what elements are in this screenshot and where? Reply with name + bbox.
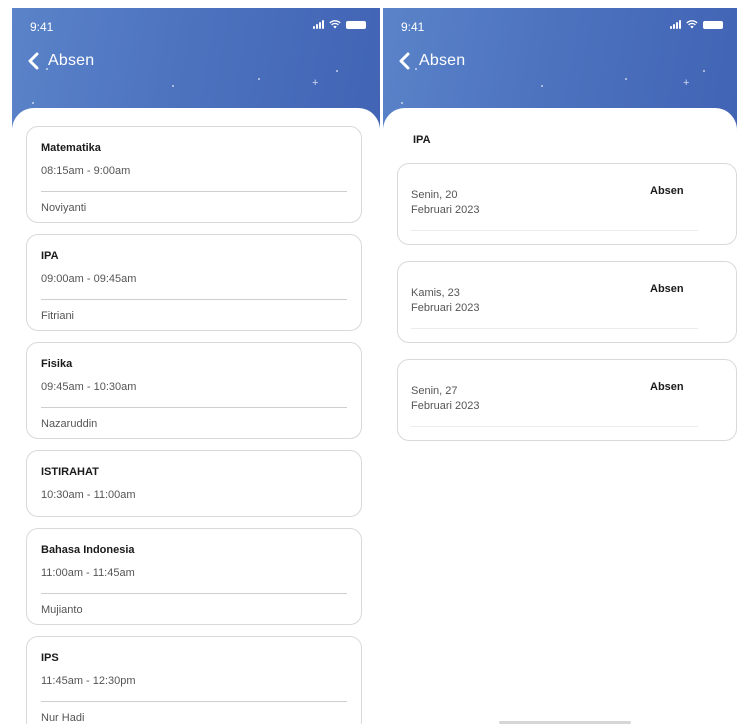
star-dot: [336, 70, 338, 72]
divider: [41, 701, 347, 702]
divider: [41, 593, 347, 594]
subject-name: ISTIRAHAT: [41, 466, 99, 478]
star-dot: [703, 70, 705, 72]
star-dot: [541, 85, 543, 87]
star-dot: [415, 68, 417, 70]
schedule-card-bahasa-indonesia[interactable]: Bahasa Indonesia 11:00am - 11:45am Mujia…: [26, 528, 362, 625]
signal-icon: [313, 20, 324, 29]
star-dot: [401, 102, 403, 104]
attendance-screen: 9:41 Absen + IPA Senin, 20 Februari 2023…: [383, 8, 737, 724]
status-icons: [313, 20, 366, 29]
teacher-name: Fitriani: [41, 310, 75, 322]
back-button[interactable]: Absen: [397, 52, 465, 70]
teacher-name: Mujianto: [41, 604, 83, 616]
status-icons: [670, 20, 723, 29]
star-dot: [258, 78, 260, 80]
schedule-card-fisika[interactable]: Fisika 09:45am - 10:30am Nazaruddin: [26, 342, 362, 439]
attendance-card[interactable]: Senin, 27 Februari 2023 Absen: [397, 359, 737, 441]
star-dot: [46, 68, 48, 70]
attendance-card[interactable]: Senin, 20 Februari 2023 Absen: [397, 163, 737, 245]
back-label: Absen: [48, 52, 95, 69]
absen-button[interactable]: Absen: [650, 185, 684, 197]
class-time: 11:00am - 11:45am: [41, 567, 135, 579]
attendance-date: Senin, 27 Februari 2023: [411, 385, 480, 412]
sparkle-icon: +: [683, 77, 690, 89]
divider: [411, 230, 698, 231]
subject-heading: IPA: [413, 134, 431, 146]
attendance-card[interactable]: Kamis, 23 Februari 2023 Absen: [397, 261, 737, 343]
divider: [41, 299, 347, 300]
absen-button[interactable]: Absen: [650, 283, 684, 295]
status-time: 9:41: [30, 20, 54, 34]
class-time: 09:45am - 10:30am: [41, 381, 137, 393]
teacher-name: Nur Hadi: [41, 712, 85, 724]
divider: [41, 407, 347, 408]
schedule-card-istirahat[interactable]: ISTIRAHAT 10:30am - 11:00am: [26, 450, 362, 517]
wifi-icon: [329, 20, 341, 29]
divider: [411, 426, 698, 427]
divider: [41, 191, 347, 192]
back-button[interactable]: Absen: [26, 52, 94, 70]
subject-name: Bahasa Indonesia: [41, 544, 135, 556]
signal-icon: [670, 20, 681, 29]
status-time: 9:41: [401, 20, 425, 34]
class-time: 11:45am - 12:30pm: [41, 675, 136, 687]
class-time: 10:30am - 11:00am: [41, 489, 136, 501]
content-sheet: Matematika 08:15am - 9:00am Noviyanti IP…: [12, 108, 380, 724]
divider: [411, 328, 698, 329]
schedule-screen: 9:41 Absen + Matematika 08:15am - 9:00am…: [12, 8, 380, 724]
sparkle-icon: +: [312, 77, 319, 89]
chevron-left-icon: [28, 52, 39, 70]
teacher-name: Nazaruddin: [41, 418, 98, 430]
absen-button[interactable]: Absen: [650, 381, 684, 393]
subject-name: Matematika: [41, 142, 101, 154]
teacher-name: Noviyanti: [41, 202, 87, 214]
class-time: 09:00am - 09:45am: [41, 273, 137, 285]
battery-icon: [703, 20, 723, 29]
star-dot: [172, 85, 174, 87]
subject-name: IPA: [41, 250, 59, 262]
attendance-date: Kamis, 23 Februari 2023: [411, 287, 480, 314]
schedule-card-matematika[interactable]: Matematika 08:15am - 9:00am Noviyanti: [26, 126, 362, 223]
battery-icon: [346, 20, 366, 29]
star-dot: [625, 78, 627, 80]
wifi-icon: [686, 20, 698, 29]
attendance-date: Senin, 20 Februari 2023: [411, 189, 480, 216]
back-label: Absen: [419, 52, 466, 69]
star-dot: [32, 102, 34, 104]
subject-name: IPS: [41, 652, 59, 664]
schedule-card-ipa[interactable]: IPA 09:00am - 09:45am Fitriani: [26, 234, 362, 331]
schedule-card-ips[interactable]: IPS 11:45am - 12:30pm Nur Hadi: [26, 636, 362, 724]
chevron-left-icon: [399, 52, 410, 70]
subject-name: Fisika: [41, 358, 73, 370]
class-time: 08:15am - 9:00am: [41, 165, 131, 177]
